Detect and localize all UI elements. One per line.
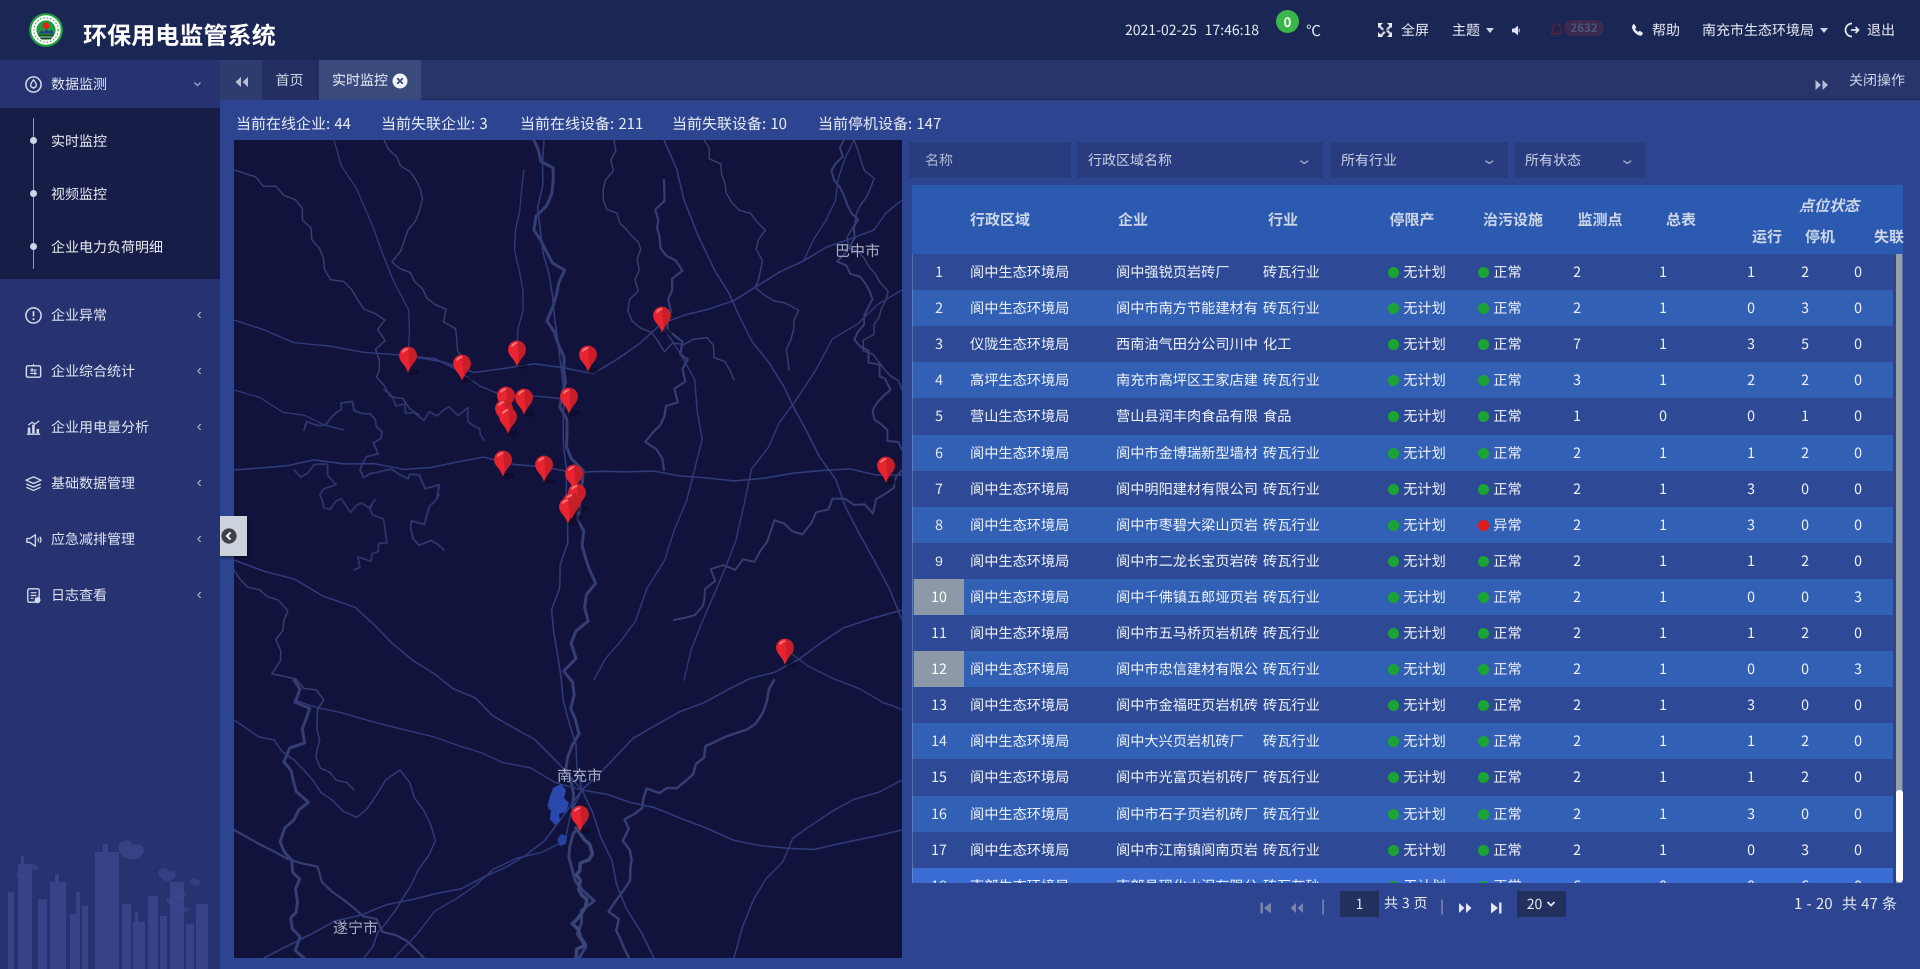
svg-text:南充市: 南充市: [557, 765, 602, 786]
svg-text:巴中市: 巴中市: [835, 240, 880, 261]
svg-text:遂宁市: 遂宁市: [333, 917, 378, 938]
